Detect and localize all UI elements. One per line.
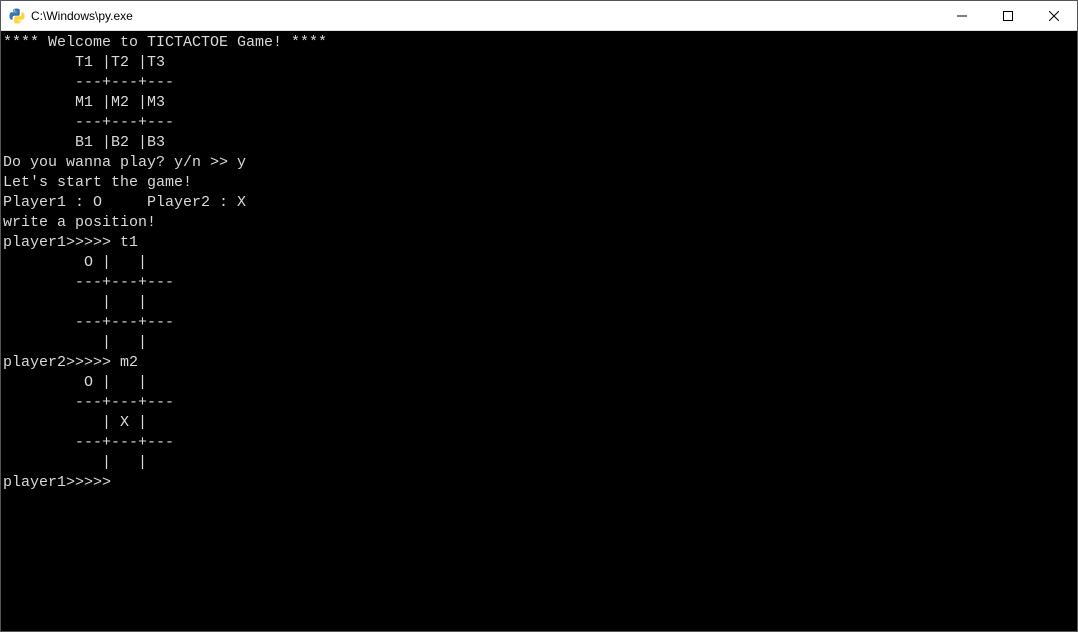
- console-line: player1>>>>>: [3, 473, 1077, 493]
- console-line: **** Welcome to TICTACTOE Game! ****: [3, 33, 1077, 53]
- console-line: | |: [3, 333, 1077, 353]
- console-line: write a position!: [3, 213, 1077, 233]
- window-title: C:\Windows\py.exe: [31, 9, 133, 23]
- console-line: Let's start the game!: [3, 173, 1077, 193]
- console-line: ---+---+---: [3, 313, 1077, 333]
- console-line: ---+---+---: [3, 393, 1077, 413]
- python-icon: [9, 8, 25, 24]
- maximize-button[interactable]: [985, 1, 1031, 30]
- console-line: M1 |M2 |M3: [3, 93, 1077, 113]
- console-output[interactable]: **** Welcome to TICTACTOE Game! **** T1 …: [1, 31, 1077, 631]
- console-line: B1 |B2 |B3: [3, 133, 1077, 153]
- console-line: ---+---+---: [3, 73, 1077, 93]
- console-line: ---+---+---: [3, 433, 1077, 453]
- console-line: Do you wanna play? y/n >> y: [3, 153, 1077, 173]
- console-line: player1>>>>> t1: [3, 233, 1077, 253]
- console-line: player2>>>>> m2: [3, 353, 1077, 373]
- console-line: | |: [3, 453, 1077, 473]
- console-line: T1 |T2 |T3: [3, 53, 1077, 73]
- close-button[interactable]: [1031, 1, 1077, 30]
- console-line: Player1 : O Player2 : X: [3, 193, 1077, 213]
- minimize-button[interactable]: [939, 1, 985, 30]
- console-line: O | |: [3, 253, 1077, 273]
- console-line: ---+---+---: [3, 273, 1077, 293]
- console-line: ---+---+---: [3, 113, 1077, 133]
- console-line: O | |: [3, 373, 1077, 393]
- titlebar[interactable]: C:\Windows\py.exe: [1, 1, 1077, 31]
- titlebar-controls: [939, 1, 1077, 30]
- app-window: C:\Windows\py.exe **** Welcome to TICTAC…: [0, 0, 1078, 632]
- console-line: | |: [3, 293, 1077, 313]
- console-line: | X |: [3, 413, 1077, 433]
